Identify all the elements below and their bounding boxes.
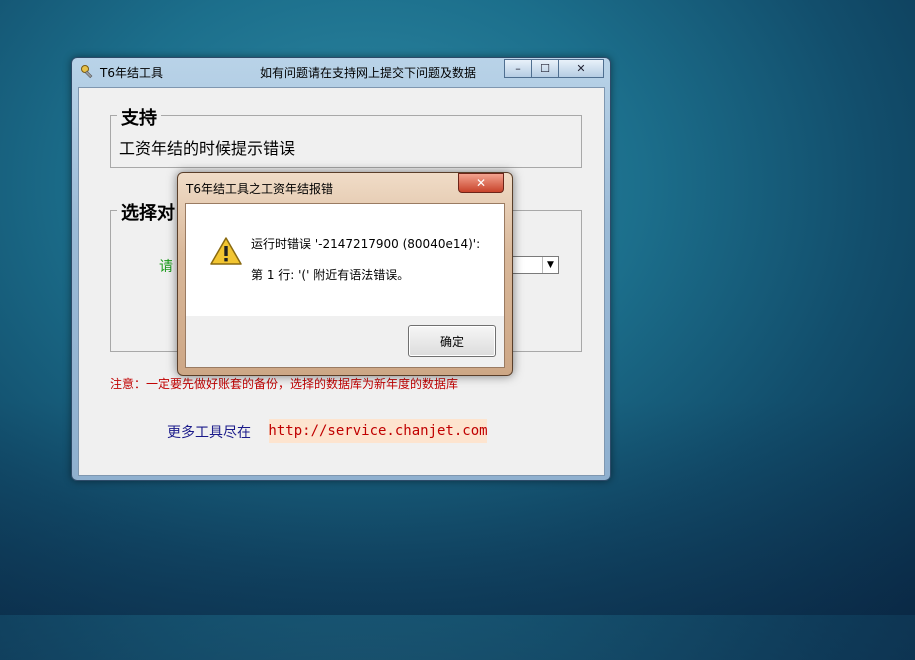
main-window-title: T6年结工具: [100, 66, 163, 80]
support-text: 工资年结的时候提示错误: [119, 139, 296, 158]
ok-button[interactable]: 确定: [408, 325, 496, 357]
main-titlebar[interactable]: T6年结工具 如有问题请在支持网上提交下问题及数据 – ☐ ✕: [72, 58, 610, 86]
more-tools-label: 更多工具尽在: [167, 425, 251, 441]
backup-notice: 注意：一定要先做好账套的备份，选择的数据库为新年度的数据库: [110, 377, 459, 391]
key-tool-icon: [81, 65, 93, 79]
close-button[interactable]: ✕: [558, 59, 604, 78]
select-group-title: 选择对: [117, 199, 179, 225]
warning-icon: [210, 237, 242, 265]
dialog-close-button[interactable]: ✕: [458, 173, 504, 193]
main-window-title-note: 如有问题请在支持网上提交下问题及数据: [260, 66, 477, 80]
service-link[interactable]: http://service.chanjet.com: [268, 419, 488, 443]
dialog-title: T6年结工具之工资年结报错: [186, 182, 333, 196]
chevron-down-icon[interactable]: ▼: [542, 257, 558, 273]
minimize-button[interactable]: –: [504, 59, 532, 78]
support-group-title: 支持: [117, 104, 161, 130]
database-select[interactable]: ▼: [509, 256, 559, 274]
maximize-button[interactable]: ☐: [531, 59, 559, 78]
error-dialog: T6年结工具之工资年结报错 ✕ 运行时错误 '-2147217900 (8004…: [177, 172, 513, 376]
dialog-message-area: 运行时错误 '-2147217900 (80040e14)': 第 1 行: '…: [186, 204, 504, 316]
error-message-line1: 运行时错误 '-2147217900 (80040e14)':: [251, 237, 481, 251]
dialog-body: 运行时错误 '-2147217900 (80040e14)': 第 1 行: '…: [185, 203, 505, 368]
caption-buttons: – ☐ ✕: [504, 59, 604, 78]
select-label: 请: [159, 259, 173, 275]
error-message-line2: 第 1 行: '(' 附近有语法错误。: [251, 268, 410, 282]
